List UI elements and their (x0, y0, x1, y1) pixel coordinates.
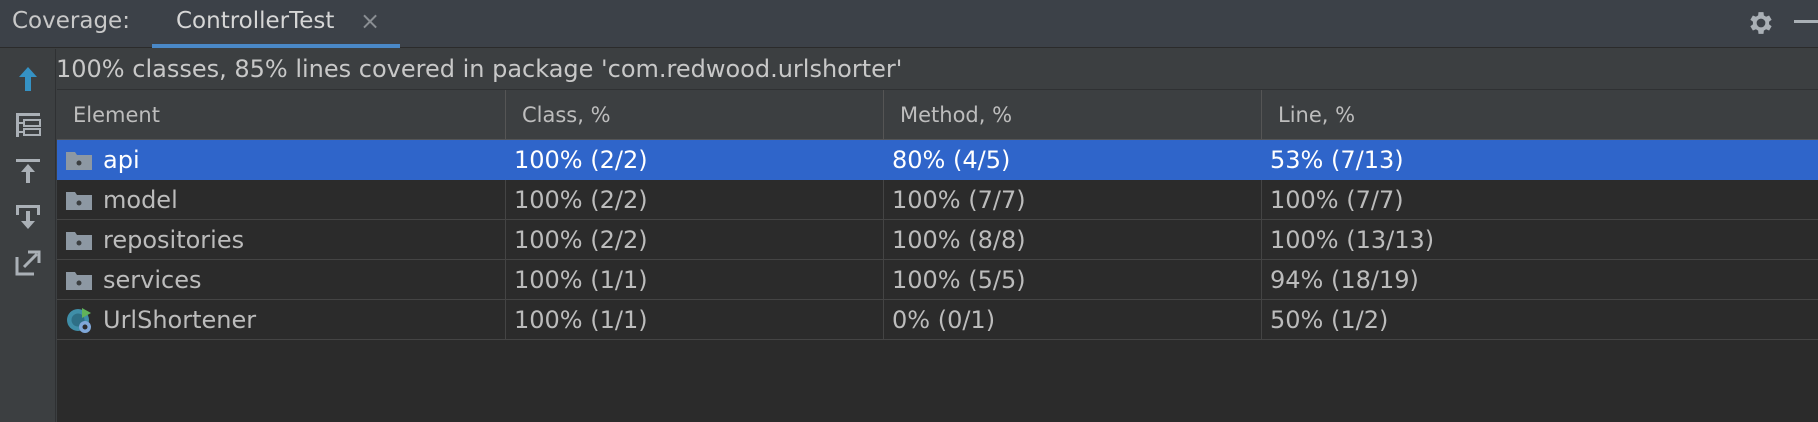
arrow-up-icon[interactable] (12, 63, 44, 95)
coverage-summary: 100% classes, 85% lines covered in packa… (56, 55, 903, 83)
class-coverage-cell: 100% (2/2) (506, 140, 884, 180)
element-cell: model (57, 180, 506, 220)
tab-active-indicator (152, 44, 400, 48)
table-header: Element Class, % Method, % Line, % (57, 89, 1818, 141)
column-header-method[interactable]: Method, % (884, 90, 1262, 141)
element-cell: UrlShortener (57, 300, 506, 340)
line-coverage-cell: 53% (7/13) (1270, 146, 1404, 174)
table-row[interactable]: api 100% (2/2) 80% (4/5) 53% (7/13) (57, 140, 1818, 180)
coverage-table: Element Class, % Method, % Line, % api 1… (57, 89, 1818, 422)
minimize-icon[interactable] (1794, 20, 1818, 23)
table-row[interactable]: services 100% (1/1) 100% (5/5) 94% (18/1… (57, 260, 1818, 300)
import-icon[interactable] (12, 155, 44, 187)
spring-boot-class-icon (67, 308, 91, 333)
element-name: repositories (103, 226, 245, 254)
package-icon (66, 272, 92, 290)
element-name: api (103, 146, 140, 174)
header-actions (1718, 0, 1818, 48)
coverage-label: Coverage: (12, 8, 130, 34)
method-coverage-cell: 100% (7/7) (884, 180, 1262, 220)
class-coverage-cell: 100% (1/1) (506, 300, 884, 340)
table-row[interactable]: UrlShortener 100% (1/1) 0% (0/1) 50% (1/… (57, 300, 1818, 340)
method-coverage-cell: 80% (4/5) (884, 140, 1262, 180)
method-coverage-cell: 0% (0/1) (884, 300, 1262, 340)
export-icon[interactable] (12, 201, 44, 233)
generate-report-icon[interactable] (12, 247, 44, 279)
gear-icon[interactable] (1746, 8, 1776, 38)
table-row[interactable]: repositories 100% (2/2) 100% (8/8) 100% … (57, 220, 1818, 260)
flatten-packages-icon[interactable] (12, 109, 44, 141)
package-icon (66, 232, 92, 250)
element-name: services (103, 266, 202, 294)
table-row[interactable]: model 100% (2/2) 100% (7/7) 100% (7/7) (57, 180, 1818, 220)
line-coverage-cell: 100% (13/13) (1270, 226, 1435, 254)
package-icon (66, 192, 92, 210)
element-name: model (103, 186, 178, 214)
package-icon (66, 152, 92, 170)
line-coverage-cell: 94% (18/19) (1270, 266, 1419, 294)
line-coverage-cell: 50% (1/2) (1270, 306, 1389, 334)
coverage-toolbar (0, 49, 56, 422)
method-coverage-cell: 100% (5/5) (884, 260, 1262, 300)
class-coverage-cell: 100% (2/2) (506, 220, 884, 260)
tab-controllertest[interactable]: ControllerTest × (152, 0, 400, 48)
coverage-header: Coverage: ControllerTest × (0, 0, 1818, 48)
method-coverage-cell: 100% (8/8) (884, 220, 1262, 260)
column-header-element[interactable]: Element (57, 90, 506, 141)
element-name: UrlShortener (103, 306, 257, 334)
class-coverage-cell: 100% (2/2) (506, 180, 884, 220)
element-cell: api (57, 140, 506, 180)
element-cell: repositories (57, 220, 506, 260)
element-cell: services (57, 260, 506, 300)
class-coverage-cell: 100% (1/1) (506, 260, 884, 300)
table-empty-area (57, 344, 1818, 422)
line-coverage-cell: 100% (7/7) (1270, 186, 1404, 214)
tab-label: ControllerTest (176, 8, 335, 34)
close-icon[interactable]: × (360, 8, 380, 34)
column-header-line[interactable]: Line, % (1262, 90, 1818, 141)
column-header-class[interactable]: Class, % (506, 90, 884, 141)
